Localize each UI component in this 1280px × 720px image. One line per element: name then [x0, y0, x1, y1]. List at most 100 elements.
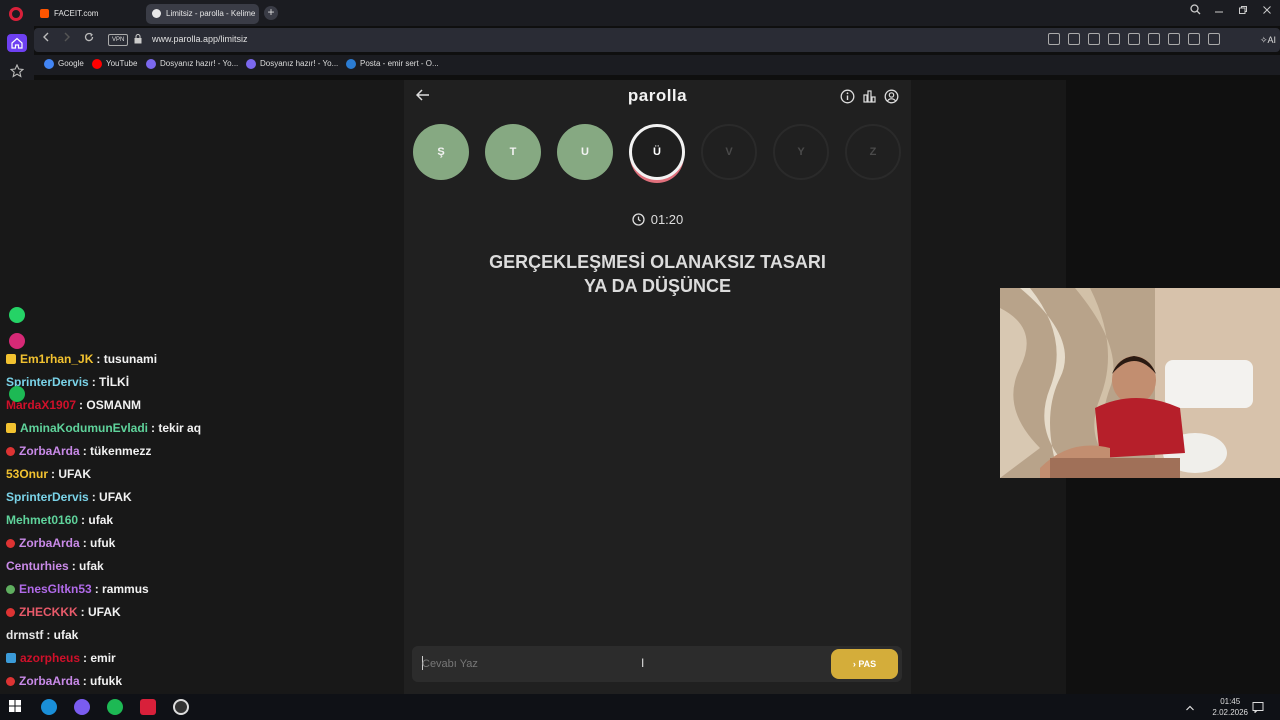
chat-username[interactable]: ZorbaArda: [19, 444, 80, 458]
chat-username[interactable]: Em1rhan_JK: [20, 352, 93, 366]
user-icon[interactable]: [884, 89, 899, 104]
chat-username[interactable]: ZorbaArda: [19, 674, 80, 688]
chat-text: : tekir aq: [151, 421, 202, 435]
parolla-favicon-icon: [152, 9, 161, 18]
camera-icon[interactable]: [1068, 33, 1080, 45]
chat-username[interactable]: azorpheus: [20, 651, 80, 665]
shield-icon[interactable]: [1088, 33, 1100, 45]
chat-text: : rammus: [94, 582, 149, 596]
star-icon[interactable]: [10, 64, 24, 78]
answer-input[interactable]: [422, 654, 822, 674]
heart-icon[interactable]: [1128, 33, 1140, 45]
lock-icon[interactable]: [134, 34, 142, 44]
tab-faceit[interactable]: FACEIT.com: [34, 4, 140, 24]
ai-button[interactable]: ✧AI: [1260, 32, 1276, 48]
chat-username[interactable]: drmstf: [6, 628, 43, 642]
chat-username[interactable]: EnesGltkn53: [19, 582, 92, 596]
chat-message: SprinterDervis: TİLKİ: [6, 375, 129, 389]
instagram-icon[interactable]: [9, 333, 25, 349]
chat-message: ZorbaArda: ufukk: [6, 674, 122, 688]
vpn-badge[interactable]: VPN: [108, 34, 129, 46]
bookmark-label: YouTube: [106, 59, 138, 68]
bookmark-youtube[interactable]: YouTube: [92, 59, 138, 69]
back-nav-icon[interactable]: [38, 32, 54, 45]
file-icon: [146, 59, 156, 69]
chat-username[interactable]: Centurhies: [6, 559, 69, 573]
bookmark-label: Posta - emir sert - O...: [360, 59, 439, 68]
restore-window-icon[interactable]: [1233, 4, 1253, 18]
chat-text: : tükenmezz: [82, 444, 152, 458]
opera-taskbar-icon[interactable]: [140, 699, 156, 715]
forward-nav-icon[interactable]: [59, 32, 75, 45]
obs-icon[interactable]: [173, 699, 189, 715]
spotify-icon[interactable]: [9, 386, 25, 402]
edit-icon[interactable]: [1048, 33, 1060, 45]
question-line-2: YA DA DÜŞÜNCE: [583, 276, 732, 296]
bookmark-dosya-2[interactable]: Dosyanız hazır! - Yo...: [246, 59, 338, 69]
profile-icon[interactable]: [1188, 33, 1200, 45]
crown-badge-icon: [6, 354, 16, 364]
chat-username[interactable]: 53Onur: [6, 467, 48, 481]
letter-wheel: ŞTUÜVYZ: [413, 124, 903, 184]
reload-icon[interactable]: [81, 32, 97, 45]
new-tab-button[interactable]: +: [264, 6, 278, 20]
pass-button[interactable]: › PAS: [831, 649, 898, 679]
blue-badge-icon: [6, 653, 16, 663]
chat-message: SprinterDervis: UFAK: [6, 490, 132, 504]
chat-username[interactable]: ZorbaArda: [19, 536, 80, 550]
bookmark-google[interactable]: Google: [44, 59, 84, 69]
home-icon[interactable]: [7, 34, 27, 52]
play-icon[interactable]: [1108, 33, 1120, 45]
crown-badge-icon: [6, 423, 16, 433]
stats-icon[interactable]: [862, 89, 877, 104]
bookmark-dosya-1[interactable]: Dosyanız hazır! - Yo...: [146, 59, 239, 69]
red-badge-icon: [6, 539, 15, 548]
chat-message: EnesGltkn53: rammus: [6, 582, 149, 596]
chat-text: : tusunami: [96, 352, 158, 366]
clock-time: 01:45: [1220, 697, 1241, 706]
parolla-game: parolla ŞTUÜVYZ 01:20 GERÇEKLEŞMESİ OLAN…: [404, 80, 911, 694]
file-icon: [246, 59, 256, 69]
clock-icon: [632, 213, 645, 226]
notifications-icon[interactable]: [1252, 700, 1266, 714]
chat-text: : TİLKİ: [91, 375, 130, 389]
red-badge-icon: [6, 608, 15, 617]
search-tabs-icon[interactable]: [1185, 4, 1205, 18]
chat-username[interactable]: SprinterDervis: [6, 490, 89, 504]
minimize-window-icon[interactable]: [1209, 4, 1229, 18]
chat-text: : UFAK: [91, 490, 132, 504]
chevron-up-icon[interactable]: [1185, 700, 1197, 712]
windows-start-icon[interactable]: [8, 699, 24, 715]
answer-form: › PAS: [412, 646, 902, 682]
letter-todo: V: [701, 124, 757, 180]
system-clock[interactable]: 01:45 2.02.2026: [1212, 696, 1248, 718]
tab-parolla[interactable]: Limitsiz - parolla - Kelime: [146, 4, 259, 24]
chat-message: Em1rhan_JK: tusunami: [6, 352, 157, 366]
chat-message: 53Onur: UFAK: [6, 467, 91, 481]
chat-username[interactable]: ZHECKKK: [19, 605, 78, 619]
url-text[interactable]: www.parolla.app/limitsiz: [152, 34, 248, 44]
info-icon[interactable]: [840, 89, 855, 104]
discord-icon[interactable]: [74, 699, 90, 715]
bookmark-posta[interactable]: Posta - emir sert - O...: [346, 59, 439, 69]
whatsapp-icon[interactable]: [9, 307, 25, 323]
chat-message: AminaKodumunEvladi: tekir aq: [6, 421, 201, 435]
clock-date: 2.02.2026: [1212, 708, 1248, 717]
green-badge-icon: [6, 585, 15, 594]
stream-chat-overlay: Em1rhan_JK: tusunami SprinterDervis: TİLK…: [0, 80, 249, 694]
chat-username[interactable]: AminaKodumunEvladi: [20, 421, 148, 435]
spotify-taskbar-icon[interactable]: [107, 699, 123, 715]
letter-done: Ş: [413, 124, 469, 180]
opera-logo-icon[interactable]: [9, 7, 23, 21]
chat-username[interactable]: Mehmet0160: [6, 513, 78, 527]
edge-icon[interactable]: [41, 699, 57, 715]
download-icon[interactable]: [1148, 33, 1160, 45]
bookmark-label: Dosyanız hazır! - Yo...: [160, 59, 239, 68]
close-window-icon[interactable]: [1257, 4, 1277, 18]
chat-message: ZorbaArda: tükenmezz: [6, 444, 151, 458]
chat-text: : ufak: [46, 628, 79, 642]
extensions-icon[interactable]: [1208, 33, 1220, 45]
menu-icon[interactable]: [1168, 33, 1180, 45]
tab-title: Limitsiz - parolla - Kelime: [166, 9, 256, 18]
letter-done: T: [485, 124, 541, 180]
